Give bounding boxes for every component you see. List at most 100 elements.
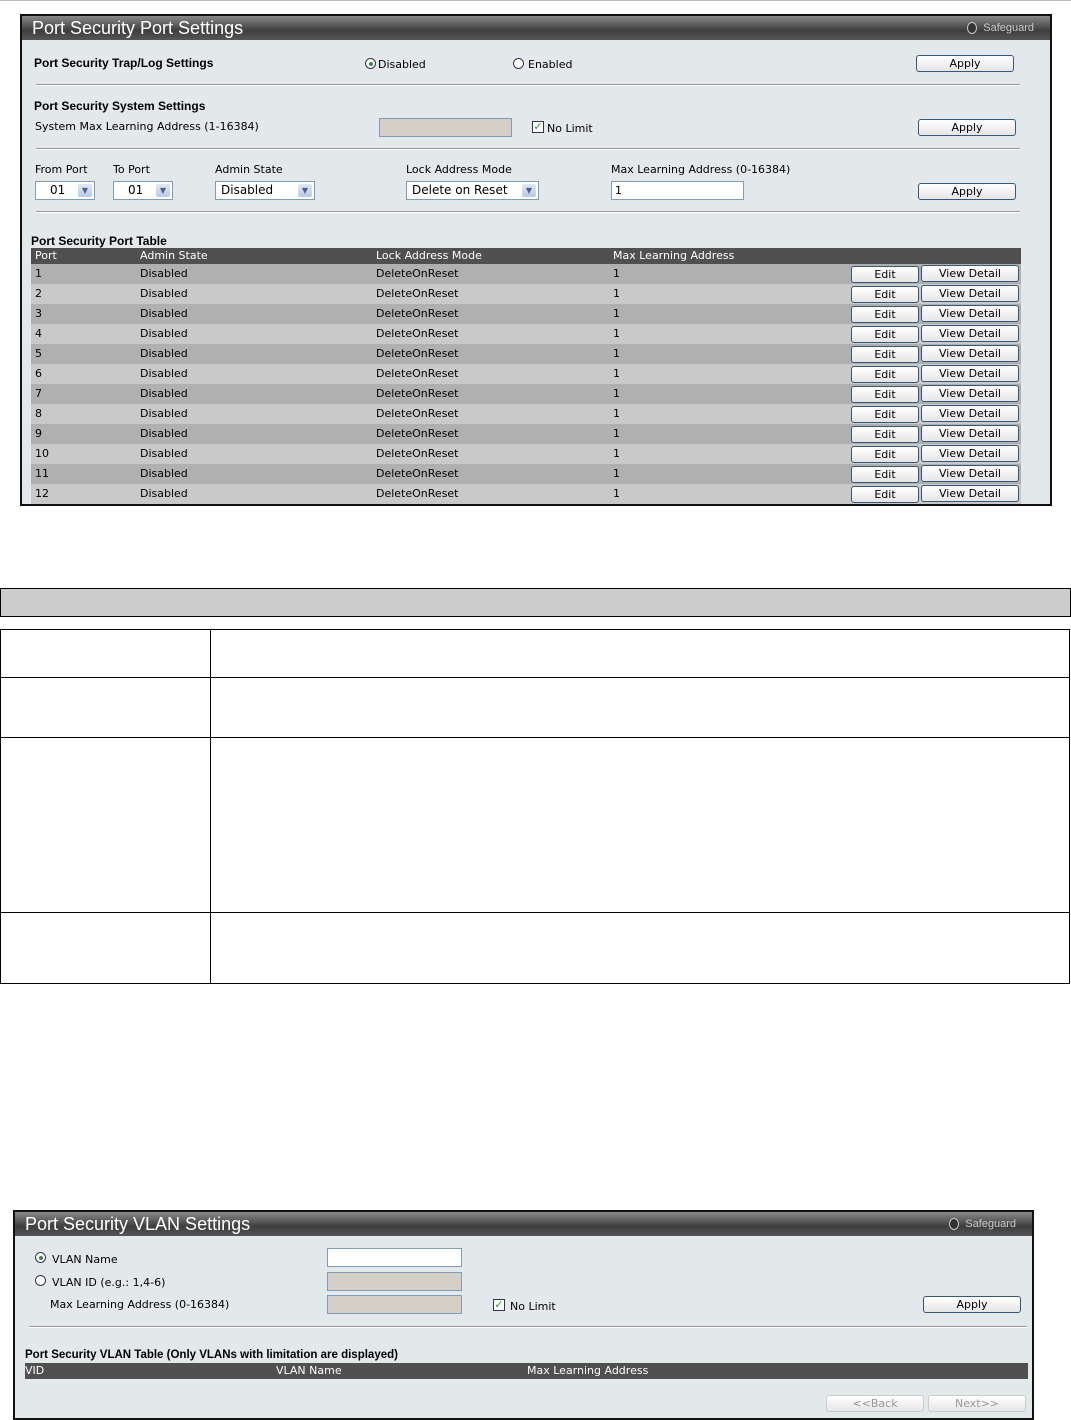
trap-log-enabled-radio[interactable] — [513, 58, 524, 69]
cell-lock-mode: DeleteOnReset — [376, 487, 459, 500]
trap-log-label: Port Security Trap/Log Settings — [34, 56, 214, 70]
cell-port: 7 — [35, 387, 42, 400]
to-port-value: 01 — [128, 183, 144, 197]
view-detail-button[interactable]: View Detail — [921, 285, 1019, 302]
from-port-select[interactable]: 01 ▼ — [35, 181, 95, 200]
panel-title: Port Security VLAN Settings — [25, 1214, 251, 1234]
vlan-apply-button[interactable]: Apply — [923, 1296, 1021, 1313]
cell-port: 6 — [35, 367, 42, 380]
chevron-down-icon: ▼ — [522, 184, 536, 197]
admin-state-select[interactable]: Disabled ▼ — [215, 181, 315, 200]
system-apply-button[interactable]: Apply — [918, 119, 1016, 136]
view-detail-button[interactable]: View Detail — [921, 485, 1019, 502]
view-detail-button[interactable]: View Detail — [921, 385, 1019, 402]
chevron-down-icon: ▼ — [78, 184, 92, 197]
column-header-admin-state: Admin State — [140, 249, 208, 262]
vlan-table-title: Port Security VLAN Table (Only VLANs wit… — [25, 1349, 398, 1361]
view-detail-button[interactable]: View Detail — [921, 305, 1019, 322]
vlan-max-learning-input[interactable] — [327, 1295, 462, 1314]
edit-button[interactable]: Edit — [851, 386, 919, 403]
vlan-no-limit-checkbox[interactable]: ✓ — [493, 1299, 505, 1311]
view-detail-button[interactable]: View Detail — [921, 465, 1019, 482]
vlan-id-input[interactable] — [327, 1272, 462, 1291]
view-detail-button[interactable]: View Detail — [921, 265, 1019, 282]
edit-button[interactable]: Edit — [851, 466, 919, 483]
cell-lock-mode: DeleteOnReset — [376, 407, 459, 420]
trap-log-disabled-radio[interactable] — [365, 58, 376, 69]
vlan-id-label: VLAN ID (e.g.: 1,4-6) — [52, 1276, 166, 1289]
divider — [36, 84, 1020, 86]
column-header-lock-mode: Lock Address Mode — [376, 249, 482, 262]
view-detail-button[interactable]: View Detail — [921, 365, 1019, 382]
edit-button[interactable]: Edit — [851, 306, 919, 323]
from-port-label: From Port — [35, 163, 88, 176]
cell-port: 2 — [35, 287, 42, 300]
trap-log-apply-button[interactable]: Apply — [916, 55, 1014, 72]
cell-lock-mode: DeleteOnReset — [376, 287, 459, 300]
column-header-max-learning: Max Learning Address — [527, 1364, 649, 1377]
back-button[interactable]: <<Back — [826, 1395, 924, 1412]
to-port-select[interactable]: 01 ▼ — [113, 181, 173, 200]
column-header-max-learning: Max Learning Address — [613, 249, 735, 262]
edit-button[interactable]: Edit — [851, 266, 919, 283]
cell-admin-state: Disabled — [140, 407, 188, 420]
parameter-description-table — [0, 629, 1070, 984]
system-no-limit-checkbox[interactable]: ✓ — [532, 121, 544, 133]
cell-port: 1 — [35, 267, 42, 280]
safeguard-indicator: Safeguard — [967, 16, 1034, 40]
edit-button[interactable]: Edit — [851, 286, 919, 303]
table-row: 10 Disabled DeleteOnReset 1 Edit View Detail — [31, 444, 1021, 464]
safeguard-label: Safeguard — [965, 1218, 1016, 1230]
cell-lock-mode: DeleteOnReset — [376, 367, 459, 380]
row-divider — [1, 912, 1069, 913]
cell-lock-mode: DeleteOnReset — [376, 267, 459, 280]
safeguard-icon — [967, 22, 978, 35]
view-detail-button[interactable]: View Detail — [921, 445, 1019, 462]
column-header-port: Port — [35, 249, 57, 262]
cell-port: 5 — [35, 347, 42, 360]
edit-button[interactable]: Edit — [851, 346, 919, 363]
panel-title: Port Security Port Settings — [32, 18, 244, 38]
cell-lock-mode: DeleteOnReset — [376, 307, 459, 320]
row-divider — [1, 677, 1069, 678]
divider — [36, 148, 1020, 150]
view-detail-button[interactable]: View Detail — [921, 425, 1019, 442]
edit-button[interactable]: Edit — [851, 406, 919, 423]
lock-mode-select[interactable]: Delete on Reset ▼ — [406, 181, 539, 200]
system-no-limit-label: No Limit — [547, 122, 593, 135]
vlan-id-radio[interactable] — [35, 1275, 46, 1286]
vlan-name-radio[interactable] — [35, 1252, 46, 1263]
admin-state-value: Disabled — [221, 183, 274, 197]
table-row: 8 Disabled DeleteOnReset 1 Edit View Detail — [31, 404, 1021, 424]
table-row: 5 Disabled DeleteOnReset 1 Edit View Detail — [31, 344, 1021, 364]
view-detail-button[interactable]: View Detail — [921, 405, 1019, 422]
cell-max-learning: 1 — [613, 287, 620, 300]
table-row: 9 Disabled DeleteOnReset 1 Edit View Detail — [31, 424, 1021, 444]
edit-button[interactable]: Edit — [851, 366, 919, 383]
cell-max-learning: 1 — [613, 327, 620, 340]
cell-admin-state: Disabled — [140, 307, 188, 320]
vlan-name-input[interactable] — [327, 1248, 462, 1267]
cell-max-learning: 1 — [613, 407, 620, 420]
cell-admin-state: Disabled — [140, 447, 188, 460]
chevron-down-icon: ▼ — [298, 184, 312, 197]
admin-state-label: Admin State — [215, 163, 283, 176]
column-header-vlan-name: VLAN Name — [276, 1364, 342, 1377]
view-detail-button[interactable]: View Detail — [921, 345, 1019, 362]
view-detail-button[interactable]: View Detail — [921, 325, 1019, 342]
next-button[interactable]: Next>> — [928, 1395, 1026, 1412]
lock-mode-label: Lock Address Mode — [406, 163, 512, 176]
cell-port: 11 — [35, 467, 49, 480]
edit-button[interactable]: Edit — [851, 486, 919, 503]
cell-lock-mode: DeleteOnReset — [376, 427, 459, 440]
edit-button[interactable]: Edit — [851, 326, 919, 343]
cell-max-learning: 1 — [613, 387, 620, 400]
edit-button[interactable]: Edit — [851, 426, 919, 443]
edit-button[interactable]: Edit — [851, 446, 919, 463]
panel-title-bar: Port Security Port Settings Safeguard — [22, 16, 1050, 40]
table-row: 7 Disabled DeleteOnReset 1 Edit View Detail — [31, 384, 1021, 404]
system-max-learning-input[interactable] — [379, 118, 512, 137]
max-learning-input[interactable]: 1 — [611, 181, 744, 200]
cell-admin-state: Disabled — [140, 327, 188, 340]
port-config-apply-button[interactable]: Apply — [918, 183, 1016, 200]
